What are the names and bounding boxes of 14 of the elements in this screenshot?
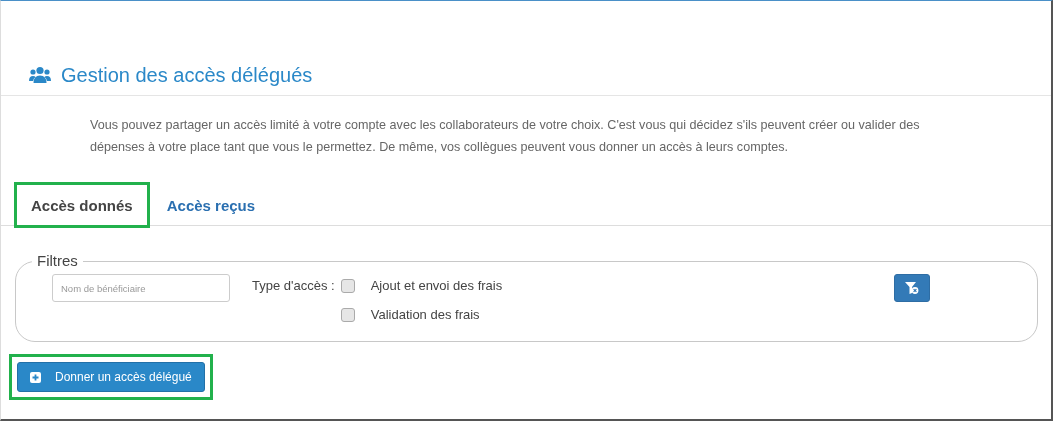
- clear-filter-button[interactable]: [894, 274, 931, 302]
- checkbox[interactable]: [340, 278, 355, 293]
- filter-clear-icon: [905, 282, 920, 294]
- add-access-button[interactable]: Donner un accès délégué: [17, 362, 205, 392]
- page-title: Gestion des accès délégués: [61, 63, 313, 87]
- tab[interactable]: Accès donnés: [16, 184, 148, 226]
- plus-square-icon: [30, 371, 41, 383]
- checkbox[interactable]: [340, 307, 355, 322]
- checkbox-label: Validation des frais: [370, 307, 480, 322]
- checkbox-label: Ajout et envoi des frais: [370, 278, 503, 293]
- users-icon: [29, 66, 51, 84]
- access-type-label: Type d'accès :: [252, 278, 335, 293]
- description-text: Vous pouvez partager un accès limité à votre compte avec les collaborateurs de votre choix. C'est vous qui décidez s'ils peuvent créer ou valider des dépenses à votre place tant que vous le permettez. De même, vos collègues peuvent vous donner un accès à leurs comptes.: [90, 117, 921, 156]
- name-field[interactable]: Nom de bénéficiaire: [52, 274, 230, 302]
